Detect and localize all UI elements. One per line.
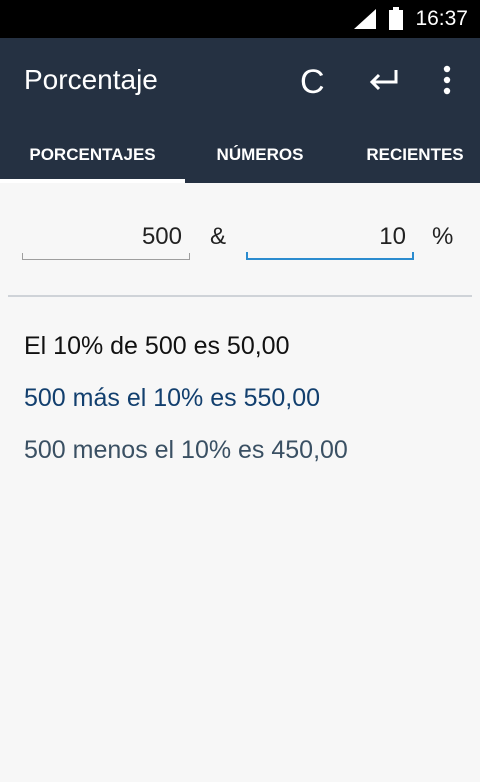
battery-icon [389, 7, 403, 30]
clear-icon: C [300, 63, 325, 98]
value-input[interactable] [22, 218, 190, 256]
overflow-menu-icon [443, 65, 451, 95]
percent-symbol: % [432, 223, 454, 250]
value-field-underline [22, 253, 190, 260]
result-plus: 500 más el 10% es 550,00 [24, 384, 321, 412]
app-bar: Porcentaje C PORCENTAJES NÚMEROS RECIENT… [0, 38, 480, 183]
result-percent-of: El 10% de 500 es 50,00 [24, 332, 290, 360]
undo-button[interactable] [366, 62, 402, 98]
overflow-menu-button[interactable] [430, 62, 466, 98]
percent-input[interactable] [246, 218, 414, 256]
percent-field [246, 218, 414, 260]
page-title: Porcentaje [24, 64, 158, 95]
status-time: 16:37 [415, 7, 468, 30]
status-bar: 16:37 [0, 0, 480, 38]
tab-bar: PORCENTAJES NÚMEROS RECIENTES [0, 130, 480, 183]
selected-tab-indicator [0, 179, 185, 183]
svg-text:C: C [300, 63, 325, 98]
and-symbol: & [210, 223, 227, 250]
value-field [22, 218, 190, 260]
clear-button[interactable]: C [293, 62, 329, 98]
tab-porcentajes[interactable]: PORCENTAJES [0, 130, 185, 183]
percent-field-underline [246, 252, 414, 260]
tab-numeros[interactable]: NÚMEROS [185, 130, 335, 183]
undo-arrow-icon [369, 70, 398, 91]
divider [8, 295, 472, 297]
signal-icon [354, 9, 376, 29]
tab-recientes[interactable]: RECIENTES [335, 130, 480, 183]
result-minus: 500 menos el 10% es 450,00 [24, 436, 348, 464]
